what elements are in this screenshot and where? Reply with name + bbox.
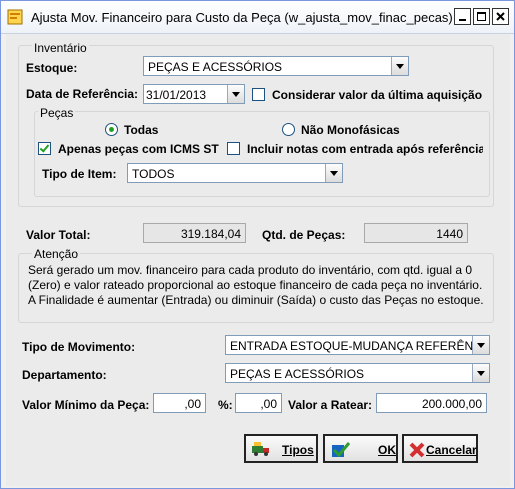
estoque-label: Estoque:	[26, 61, 78, 75]
maximize-icon	[477, 12, 486, 21]
icms-st-checkbox[interactable]	[38, 142, 51, 155]
maximize-button[interactable]	[473, 8, 490, 25]
valor-ratear-label: Valor a Ratear:	[288, 398, 373, 412]
truck-icon	[252, 441, 269, 457]
check-icon	[331, 441, 351, 458]
cancelar-button[interactable]: Cancelar	[402, 434, 478, 463]
departamento-select[interactable]: PEÇAS E ACESSÓRIOS	[225, 363, 490, 383]
atencao-title: Atenção	[32, 247, 81, 261]
tipo-item-value: TODOS	[132, 167, 175, 181]
icms-st-label: Apenas peças com ICMS ST	[58, 142, 219, 156]
estoque-select[interactable]: PEÇAS E ACESSÓRIOS	[143, 56, 409, 76]
pecas-group-label: Peças	[38, 106, 76, 120]
percent-input[interactable]: ,00	[235, 393, 282, 413]
data-referencia-value: 31/01/2013	[146, 88, 207, 102]
data-referencia-label: Data de Referência:	[26, 87, 139, 101]
chevron-down-icon[interactable]	[472, 336, 489, 354]
nao-monofasicas-radio[interactable]	[282, 123, 295, 136]
chevron-down-icon[interactable]	[472, 364, 489, 382]
considerar-checkbox[interactable]	[252, 88, 265, 101]
dialog-content: Inventário Estoque: PEÇAS E ACESSÓRIOS D…	[6, 34, 510, 486]
todas-label: Todas	[124, 123, 159, 137]
ok-button[interactable]: OK	[323, 434, 398, 463]
tipos-button-label: Tipos	[282, 443, 314, 457]
estoque-value: PEÇAS E ACESSÓRIOS	[148, 60, 283, 74]
incluir-notas-label: Incluir notas com entrada após referênci…	[247, 142, 483, 156]
cancelar-button-label: Cancelar	[426, 443, 477, 457]
valor-total-label: Valor Total:	[26, 228, 91, 242]
data-referencia-picker[interactable]: 31/01/2013	[143, 84, 245, 104]
qtd-pecas-field: 1440	[364, 223, 468, 243]
close-icon	[496, 12, 505, 21]
tipo-movimento-select[interactable]: ENTRADA ESTOQUE-MUDANÇA REFERÊNCIA	[225, 335, 490, 355]
chevron-down-icon[interactable]	[325, 164, 342, 182]
nao-monofasicas-label: Não Monofásicas	[301, 123, 400, 137]
todas-radio[interactable]	[105, 123, 118, 136]
minimize-button[interactable]	[454, 8, 471, 25]
departamento-label: Departamento:	[22, 368, 107, 382]
percent-label: %:	[218, 398, 233, 412]
valor-total-field: 319.184,04	[143, 223, 246, 243]
chevron-down-icon[interactable]	[391, 57, 408, 75]
tipo-movimento-label: Tipo de Movimento:	[22, 340, 136, 354]
tipos-button[interactable]: Tipos	[244, 434, 318, 463]
minimize-icon	[459, 19, 466, 21]
considerar-label: Considerar valor da última aquisição	[272, 88, 483, 102]
ok-button-label: OK	[378, 443, 396, 457]
departamento-value: PEÇAS E ACESSÓRIOS	[230, 367, 365, 381]
title-bar[interactable]: Ajusta Mov. Financeiro para Custo da Peç…	[1, 1, 514, 34]
window-title: Ajusta Mov. Financeiro para Custo da Peç…	[31, 10, 453, 25]
valor-ratear-input[interactable]: 200.000,00	[376, 393, 487, 413]
calendar-dropdown-icon[interactable]	[227, 85, 244, 103]
inventario-group-label: Inventário	[32, 41, 89, 55]
dialog-window: Ajusta Mov. Financeiro para Custo da Peç…	[0, 0, 515, 489]
tipo-item-label: Tipo de Item:	[42, 167, 117, 181]
app-window-icon	[7, 9, 23, 25]
cancel-icon	[408, 441, 425, 458]
qtd-pecas-label: Qtd. de Peças:	[262, 228, 346, 242]
incluir-notas-checkbox[interactable]	[227, 142, 240, 155]
valor-minimo-input[interactable]: ,00	[153, 393, 206, 413]
valor-minimo-label: Valor Mínimo da Peça:	[22, 398, 150, 412]
close-button[interactable]	[492, 8, 509, 25]
tipo-movimento-value: ENTRADA ESTOQUE-MUDANÇA REFERÊNCIA	[230, 339, 474, 353]
tipo-item-select[interactable]: TODOS	[127, 163, 343, 183]
atencao-message: Será gerado um mov. financeiro para cada…	[28, 263, 484, 307]
